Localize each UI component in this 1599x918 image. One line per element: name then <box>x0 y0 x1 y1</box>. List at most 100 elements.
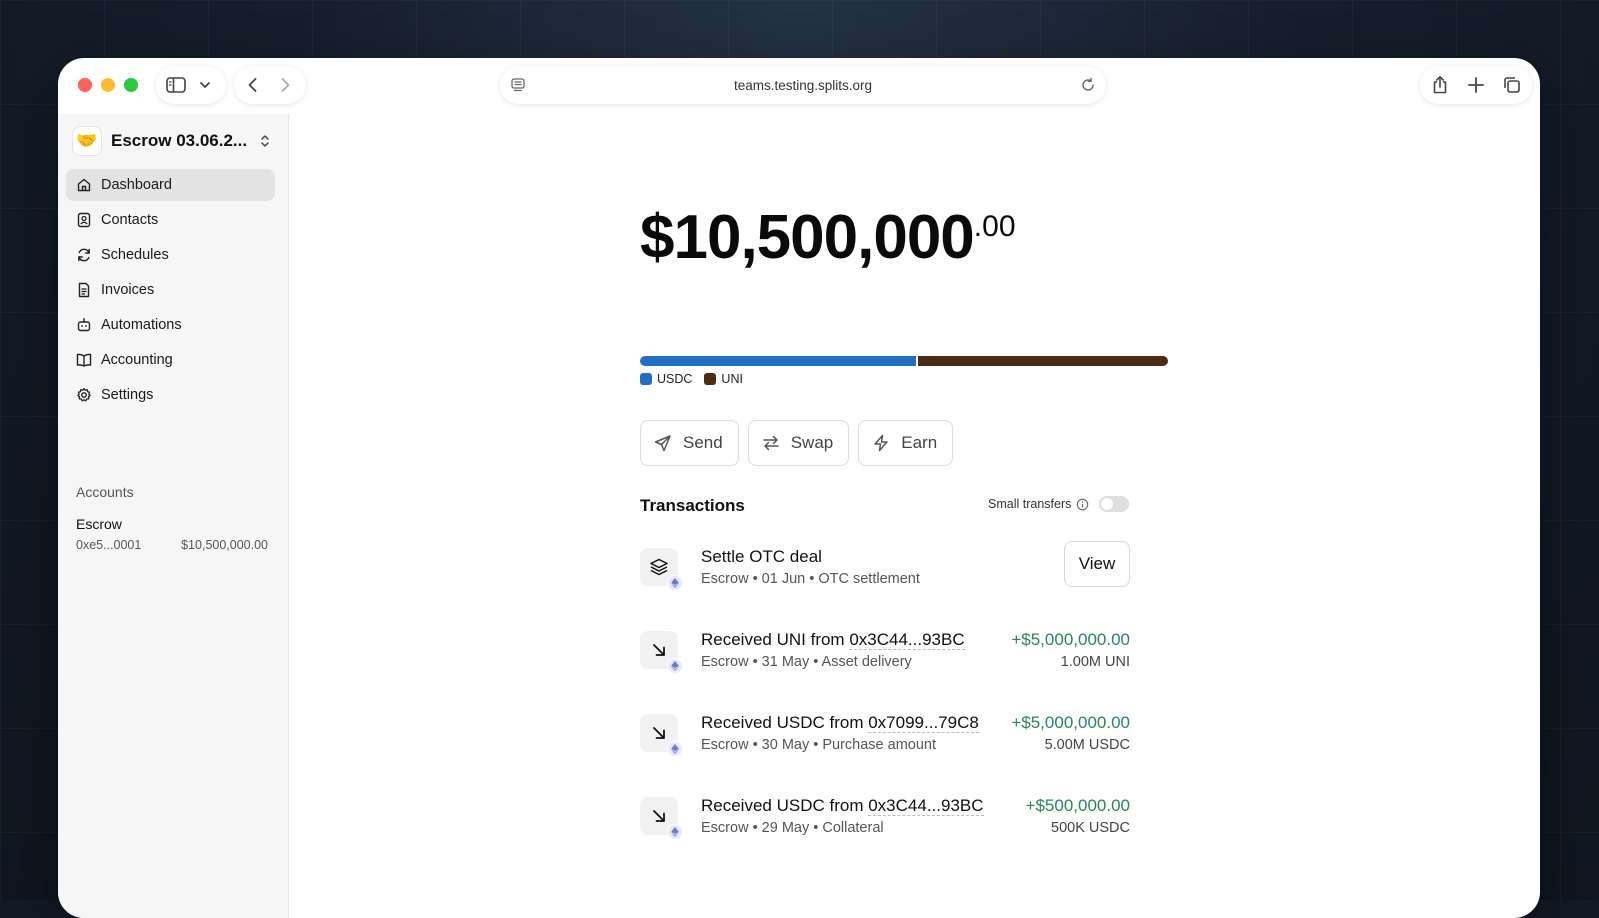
small-transfers-label: Small transfers <box>988 497 1072 511</box>
transaction-amount: +$500,000.00 <box>1025 796 1130 815</box>
account-balance: $10,500,000.00 <box>181 538 268 552</box>
ethereum-icon <box>667 824 683 840</box>
transaction-amount: +$5,000,000.00 <box>1011 630 1130 649</box>
url-text[interactable]: teams.testing.splits.org <box>500 66 1106 104</box>
earn-label: Earn <box>901 433 938 452</box>
forward-arrow-icon[interactable] <box>276 76 294 94</box>
document-icon <box>78 282 90 298</box>
sidebar-item-dashboard[interactable]: Dashboard <box>66 169 275 201</box>
legend-swatch <box>704 373 717 385</box>
small-transfers-toggle[interactable] <box>1099 496 1130 512</box>
sidebar-item-label: Schedules <box>101 247 169 263</box>
sidebar-item-accounting[interactable]: Accounting <box>66 344 275 376</box>
transaction-row[interactable]: Settle OTC deal Escrow • 01 Jun • OTC se… <box>640 541 1130 624</box>
sidebar-toggle-icon[interactable] <box>166 76 186 94</box>
legend-label: UNI <box>721 372 743 386</box>
legend-item-usdc: USDC <box>640 372 692 386</box>
transaction-row[interactable]: Received USDC from 0x3C44...93BC Escrow … <box>640 790 1130 873</box>
transaction-title: Received UNI from 0x3C44...93BC <box>701 630 965 650</box>
reload-icon[interactable] <box>1080 77 1096 93</box>
back-arrow-icon[interactable] <box>244 76 262 94</box>
sidebar-item-settings[interactable]: Settings <box>66 379 275 411</box>
transaction-address[interactable]: 0x3C44...93BC <box>868 796 984 816</box>
sidebar-item-label: Automations <box>101 317 182 333</box>
legend-label: USDC <box>657 372 693 386</box>
browser-actions-group <box>1420 66 1532 104</box>
balance-whole: $10,500,000 <box>640 203 975 272</box>
sidebar-item-schedules[interactable]: Schedules <box>66 239 275 271</box>
navigation-group <box>234 66 306 104</box>
send-icon <box>654 435 671 452</box>
earn-button[interactable]: Earn <box>858 420 954 466</box>
transaction-title-prefix: Received USDC from <box>701 713 869 732</box>
transaction-address[interactable]: 0x3C44...93BC <box>849 630 965 650</box>
transaction-title: Received USDC from 0x7099...79C8 <box>701 713 979 733</box>
transaction-row[interactable]: Received USDC from 0x7099...79C8 Escrow … <box>640 707 1130 790</box>
transaction-token-amount: 500K USDC <box>1051 820 1130 836</box>
transaction-title: Received USDC from 0x3C44...93BC <box>701 796 984 816</box>
refresh-icon <box>78 248 90 262</box>
swap-button[interactable]: Swap <box>747 420 850 466</box>
tab-overview-icon[interactable] <box>1502 75 1522 95</box>
chevron-down-icon[interactable] <box>198 78 212 92</box>
sidebar-item-automations[interactable]: Automations <box>66 309 275 341</box>
minimize-window-button[interactable] <box>101 78 115 92</box>
sidebar-item-label: Accounting <box>101 352 173 368</box>
share-icon[interactable] <box>1430 75 1450 95</box>
sidebar-item-invoices[interactable]: Invoices <box>66 274 275 306</box>
transaction-subtitle: Escrow • 29 May • Collateral <box>701 820 884 836</box>
sidebar-item-label: Settings <box>101 387 154 403</box>
allocation-segment-usdc <box>640 356 918 366</box>
transaction-amount: +$5,000,000.00 <box>1011 713 1130 732</box>
book-icon <box>76 353 92 367</box>
small-transfers-control: Small transfers <box>988 496 1130 512</box>
ethereum-icon <box>667 658 683 674</box>
legend-swatch <box>640 373 652 385</box>
sidebar: 🤝 Escrow 03.06.2... Dashboard Contacts S… <box>58 114 289 918</box>
total-balance: $10,500,000.00 <box>640 202 1016 273</box>
new-tab-icon[interactable] <box>1466 75 1486 95</box>
transaction-title-prefix: Received UNI from <box>701 630 850 649</box>
ethereum-icon <box>667 575 683 591</box>
transaction-subtitle: Escrow • 31 May • Asset delivery <box>701 654 912 670</box>
transaction-subtitle: Escrow • 01 Jun • OTC settlement <box>701 571 920 587</box>
transaction-row[interactable]: Received UNI from 0x3C44...93BC Escrow •… <box>640 624 1130 707</box>
sidebar-toggle-group <box>156 66 226 104</box>
browser-toolbar: teams.testing.splits.org <box>58 58 1540 114</box>
allocation-bar <box>640 356 1168 366</box>
transaction-title-prefix: Received USDC from <box>701 796 869 815</box>
chevron-up-down-icon[interactable] <box>258 133 272 154</box>
browser-window: teams.testing.splits.org 🤝 Escrow 03.06.… <box>58 58 1540 918</box>
toggle-knob <box>1101 498 1114 510</box>
home-icon <box>77 178 91 192</box>
sidebar-item-label: Dashboard <box>101 177 172 193</box>
allocation-segment-uni <box>917 356 1168 366</box>
zoom-window-button[interactable] <box>124 78 138 92</box>
sidebar-item-label: Contacts <box>101 212 159 228</box>
send-button[interactable]: Send <box>640 420 739 466</box>
lightning-icon <box>874 434 888 452</box>
transaction-subtitle: Escrow • 30 May • Purchase amount <box>701 737 937 753</box>
transaction-address[interactable]: 0x7099...79C8 <box>868 713 979 733</box>
workspace-switcher[interactable]: 🤝 Escrow 03.06.2... <box>72 122 272 160</box>
account-name[interactable]: Escrow <box>76 516 122 532</box>
bot-icon <box>77 318 91 332</box>
view-button[interactable]: View <box>1064 541 1130 587</box>
action-buttons: Send Swap Earn <box>640 420 962 466</box>
transaction-title: Settle OTC deal <box>701 547 822 566</box>
swap-label: Swap <box>790 433 834 452</box>
contacts-icon <box>77 212 91 228</box>
main-content: $10,500,000.00 USDC UNI Send Swap Earn T… <box>289 114 1540 918</box>
transaction-token-amount: 1.00M UNI <box>1060 654 1130 670</box>
info-icon[interactable] <box>1076 498 1089 511</box>
handshake-icon: 🤝 <box>72 126 102 156</box>
transactions-list: Settle OTC deal Escrow • 01 Jun • OTC se… <box>640 541 1130 873</box>
address-bar[interactable]: teams.testing.splits.org <box>500 66 1106 104</box>
sidebar-item-contacts[interactable]: Contacts <box>66 204 275 236</box>
close-window-button[interactable] <box>78 78 92 92</box>
send-label: Send <box>683 433 723 452</box>
ethereum-icon <box>667 741 683 757</box>
workspace-name: Escrow 03.06.2... <box>111 131 248 150</box>
transaction-token-amount: 5.00M USDC <box>1044 737 1130 753</box>
swap-icon <box>762 435 779 451</box>
